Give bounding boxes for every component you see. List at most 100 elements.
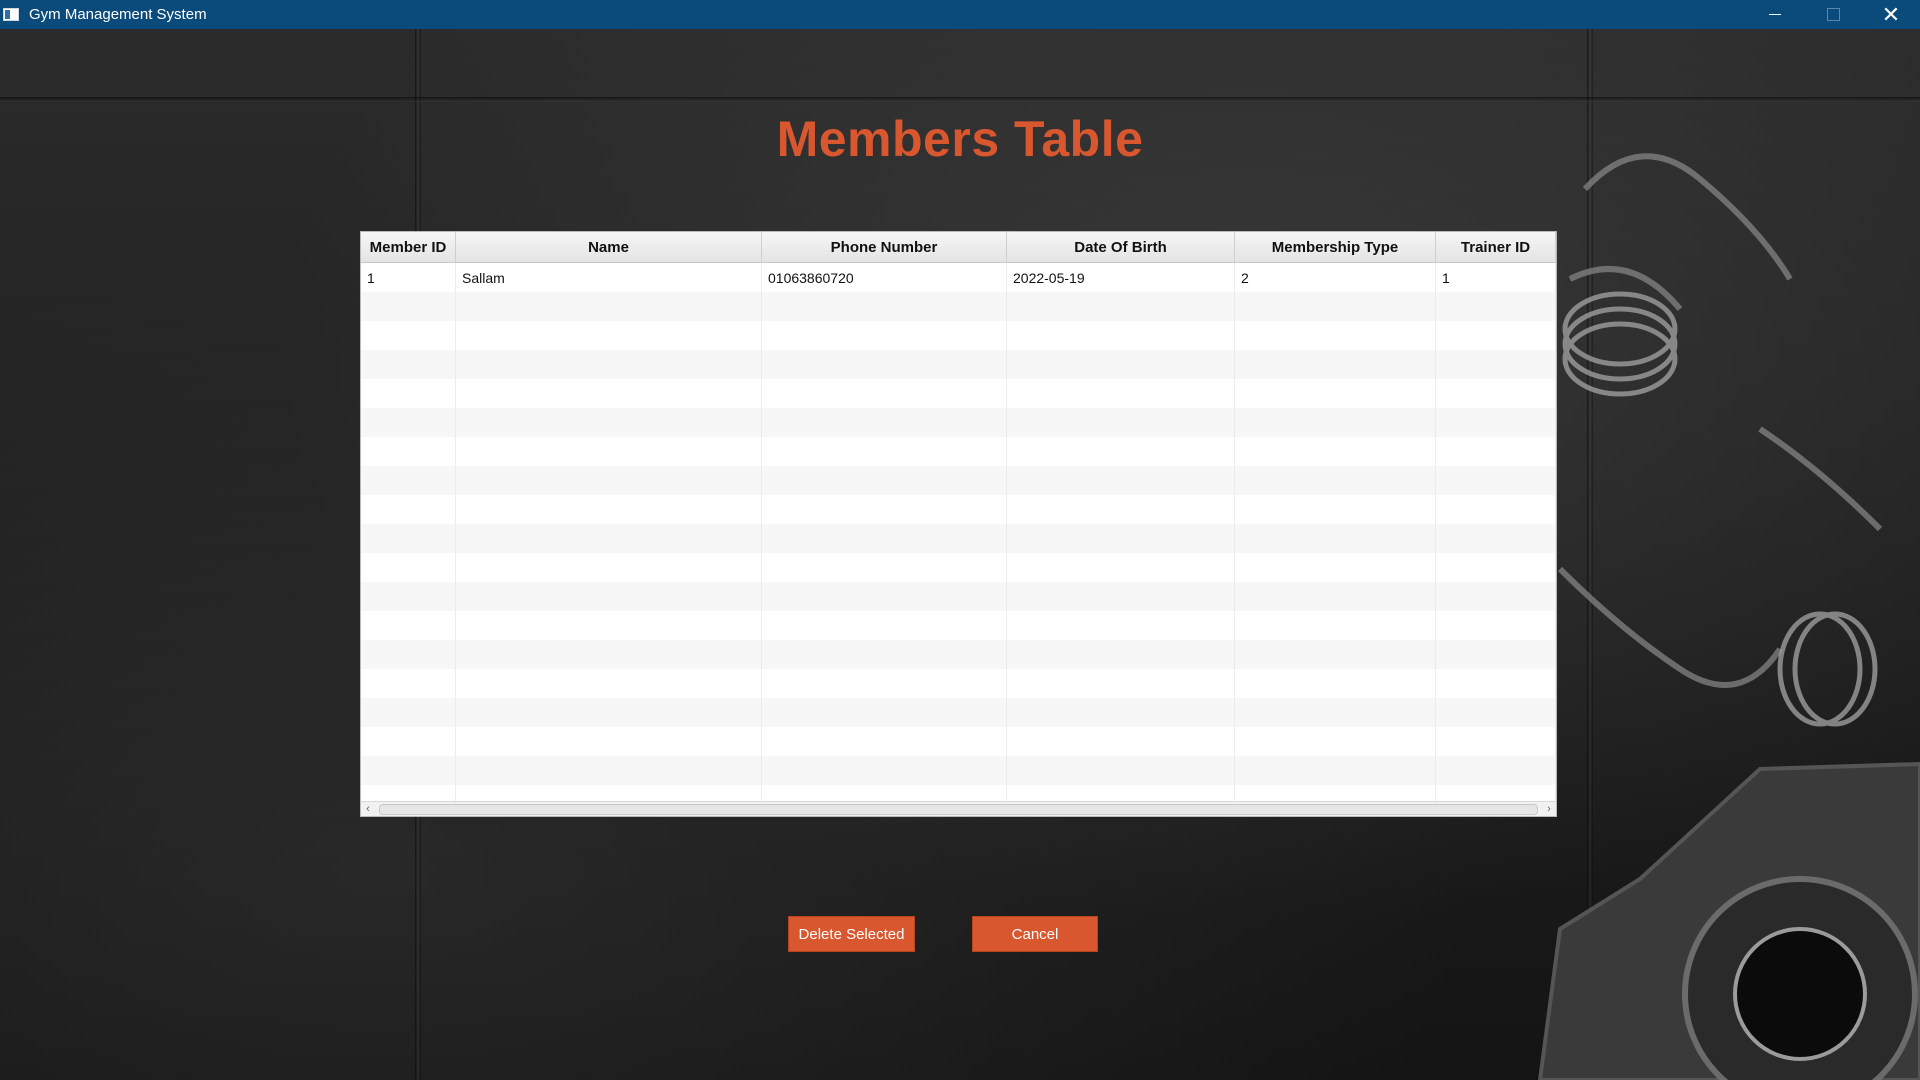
table-cell <box>1436 698 1556 727</box>
cell-member-id: 1 <box>361 263 456 292</box>
table-row[interactable] <box>361 553 1556 582</box>
table-row[interactable] <box>361 292 1556 321</box>
table-cell <box>1436 553 1556 582</box>
table-cell <box>1436 437 1556 466</box>
table-cell <box>361 408 456 437</box>
table-cell <box>1436 466 1556 495</box>
delete-selected-button[interactable]: Delete Selected <box>788 916 915 952</box>
table-header: Member ID Name Phone Number Date Of Birt… <box>361 232 1556 263</box>
table-cell <box>361 669 456 698</box>
table-cell <box>1007 321 1235 350</box>
table-cell <box>361 727 456 756</box>
table-row[interactable] <box>361 669 1556 698</box>
table-cell <box>456 466 762 495</box>
scrollbar-thumb[interactable] <box>379 803 1538 815</box>
table-row[interactable] <box>361 495 1556 524</box>
cell-membership-type: 2 <box>1235 263 1436 292</box>
table-cell <box>1235 379 1436 408</box>
table-cell <box>1235 582 1436 611</box>
table-cell <box>361 698 456 727</box>
table-row[interactable] <box>361 408 1556 437</box>
table-cell <box>1235 698 1436 727</box>
column-header-member-id[interactable]: Member ID <box>361 232 456 262</box>
maximize-button[interactable] <box>1804 0 1862 29</box>
table-row[interactable] <box>361 437 1556 466</box>
column-header-date-of-birth[interactable]: Date Of Birth <box>1007 232 1235 262</box>
table-cell <box>361 321 456 350</box>
column-header-name[interactable]: Name <box>456 232 762 262</box>
table-cell <box>456 698 762 727</box>
minimize-icon <box>1769 14 1781 15</box>
table-cell <box>361 640 456 669</box>
table-cell <box>1235 321 1436 350</box>
table-cell <box>762 437 1007 466</box>
table-cell <box>762 611 1007 640</box>
cell-phone-number: 01063860720 <box>762 263 1007 292</box>
table-cell <box>361 611 456 640</box>
table-cell <box>1235 466 1436 495</box>
table-cell <box>1235 437 1436 466</box>
table-cell <box>361 582 456 611</box>
table-row[interactable] <box>361 582 1556 611</box>
table-cell <box>1007 611 1235 640</box>
horizontal-scrollbar[interactable]: ‹ › <box>361 801 1556 816</box>
table-cell <box>1436 321 1556 350</box>
app-icon <box>3 8 19 21</box>
table-cell <box>1007 524 1235 553</box>
table-cell <box>1007 466 1235 495</box>
close-icon: ✕ <box>1881 1 1901 27</box>
table-row[interactable] <box>361 321 1556 350</box>
table-cell <box>361 437 456 466</box>
scroll-left-icon[interactable]: ‹ <box>361 802 375 816</box>
table-row[interactable] <box>361 611 1556 640</box>
table-cell <box>1235 611 1436 640</box>
table-cell <box>762 466 1007 495</box>
table-row[interactable] <box>361 727 1556 756</box>
table-cell <box>456 553 762 582</box>
column-header-trainer-id[interactable]: Trainer ID <box>1436 232 1556 262</box>
table-cell <box>1235 408 1436 437</box>
table-row[interactable] <box>361 524 1556 553</box>
table-cell <box>1007 350 1235 379</box>
table-cell <box>1235 553 1436 582</box>
window-controls: ✕ <box>1746 0 1920 29</box>
table-row[interactable] <box>361 379 1556 408</box>
table-cell <box>361 553 456 582</box>
table-cell <box>1436 582 1556 611</box>
table-cell <box>1007 756 1235 785</box>
table-row[interactable] <box>361 350 1556 379</box>
table-cell <box>456 379 762 408</box>
close-button[interactable]: ✕ <box>1862 0 1920 29</box>
scroll-right-icon[interactable]: › <box>1542 802 1556 816</box>
table-cell <box>1007 437 1235 466</box>
table-cell <box>762 408 1007 437</box>
table-cell <box>456 611 762 640</box>
table-cell <box>1235 727 1436 756</box>
table-cell <box>1436 756 1556 785</box>
column-header-membership-type[interactable]: Membership Type <box>1235 232 1436 262</box>
table-cell <box>762 640 1007 669</box>
table-cell <box>762 669 1007 698</box>
table-cell <box>361 350 456 379</box>
table-cell <box>456 437 762 466</box>
table-cell <box>1436 524 1556 553</box>
table-cell <box>456 582 762 611</box>
table-row[interactable] <box>361 756 1556 785</box>
table-row[interactable] <box>361 466 1556 495</box>
table-cell <box>1436 611 1556 640</box>
window-title: Gym Management System <box>29 6 207 23</box>
table-cell <box>456 408 762 437</box>
table-row[interactable] <box>361 640 1556 669</box>
minimize-button[interactable] <box>1746 0 1804 29</box>
table-row[interactable]: 1 Sallam 01063860720 2022-05-19 2 1 <box>361 263 1556 292</box>
table-cell <box>456 495 762 524</box>
table-row[interactable] <box>361 698 1556 727</box>
table-cell <box>1235 669 1436 698</box>
table-cell <box>1007 698 1235 727</box>
members-table[interactable]: Member ID Name Phone Number Date Of Birt… <box>360 231 1557 817</box>
cancel-button[interactable]: Cancel <box>972 916 1098 952</box>
column-header-phone-number[interactable]: Phone Number <box>762 232 1007 262</box>
page-title: Members Table <box>776 111 1144 167</box>
cell-date-of-birth: 2022-05-19 <box>1007 263 1235 292</box>
table-cell <box>762 321 1007 350</box>
